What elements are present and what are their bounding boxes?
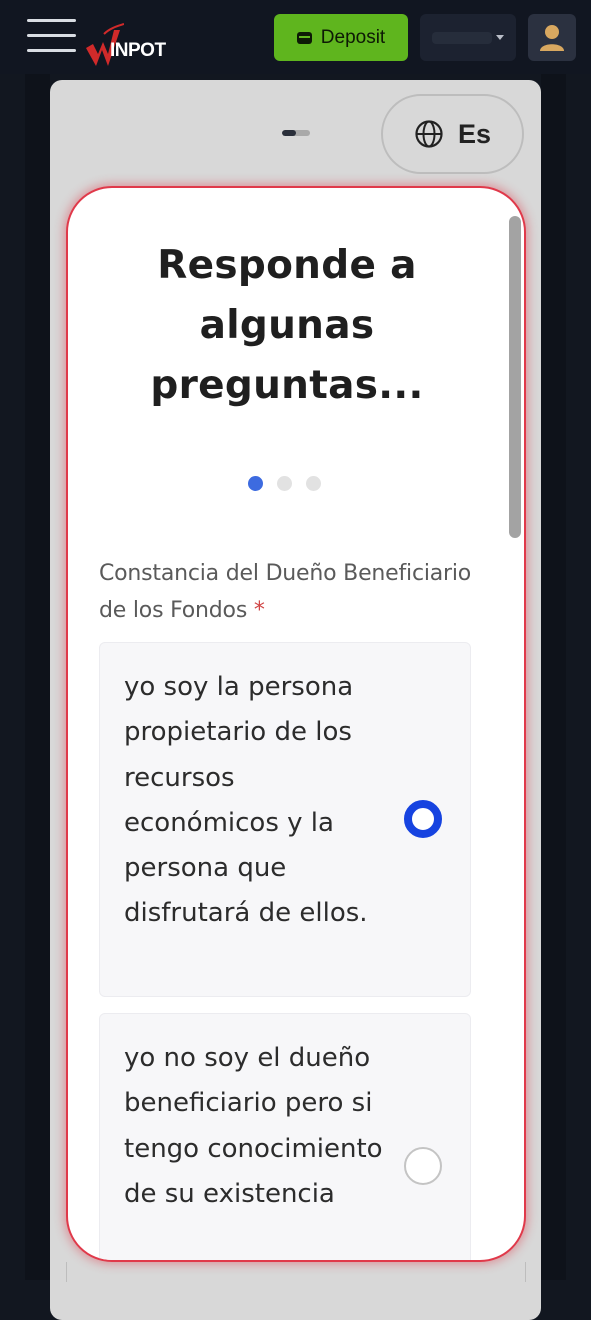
- user-icon: [540, 25, 564, 51]
- menu-icon[interactable]: [27, 19, 76, 53]
- language-label: Es: [457, 118, 492, 149]
- card-bottom-edge: [66, 1262, 526, 1282]
- winpot-logo[interactable]: INPOT: [84, 20, 194, 66]
- right-gutter: [541, 74, 566, 1280]
- user-avatar-button[interactable]: [528, 14, 576, 61]
- left-gutter: [25, 74, 50, 1280]
- logo-text: INPOT: [110, 40, 166, 61]
- globe-icon: [415, 120, 443, 148]
- progress-fill: [282, 130, 296, 136]
- deposit-button[interactable]: Deposit: [274, 14, 408, 61]
- questions-modal: Responde a algunas preguntas... Constanc…: [66, 186, 526, 1262]
- required-mark: *: [253, 598, 265, 623]
- option-label: yo no soy el dueño beneficiario pero si …: [124, 1043, 383, 1209]
- step-dot-1: [248, 476, 263, 491]
- question-label: Constancia del Dueño Beneficiario de los…: [99, 555, 489, 629]
- option-label: yo soy la persona propietario de los rec…: [124, 672, 368, 929]
- top-navbar: INPOT Deposit: [0, 0, 591, 74]
- onboarding-progress: [282, 130, 310, 136]
- question-text: Constancia del Dueño Beneficiario de los…: [99, 561, 472, 623]
- deposit-label: Deposit: [320, 26, 386, 48]
- balance-dropdown[interactable]: [420, 14, 516, 61]
- modal-title: Responde a algunas preguntas...: [150, 243, 424, 408]
- option-not-owner[interactable]: yo no soy el dueño beneficiario pero si …: [99, 1013, 471, 1260]
- wallet-icon: [296, 31, 312, 44]
- modal-scrollbar[interactable]: [509, 216, 521, 538]
- language-button[interactable]: Es: [381, 94, 524, 174]
- radio-unselected[interactable]: [404, 1147, 442, 1185]
- hidden-balance: [432, 32, 492, 44]
- option-owner[interactable]: yo soy la persona propietario de los rec…: [99, 642, 471, 997]
- radio-selected[interactable]: [404, 800, 442, 838]
- step-dot-3: [306, 476, 321, 491]
- step-indicator: [248, 476, 321, 492]
- step-dot-2: [277, 476, 292, 491]
- chevron-down-icon: [496, 35, 504, 40]
